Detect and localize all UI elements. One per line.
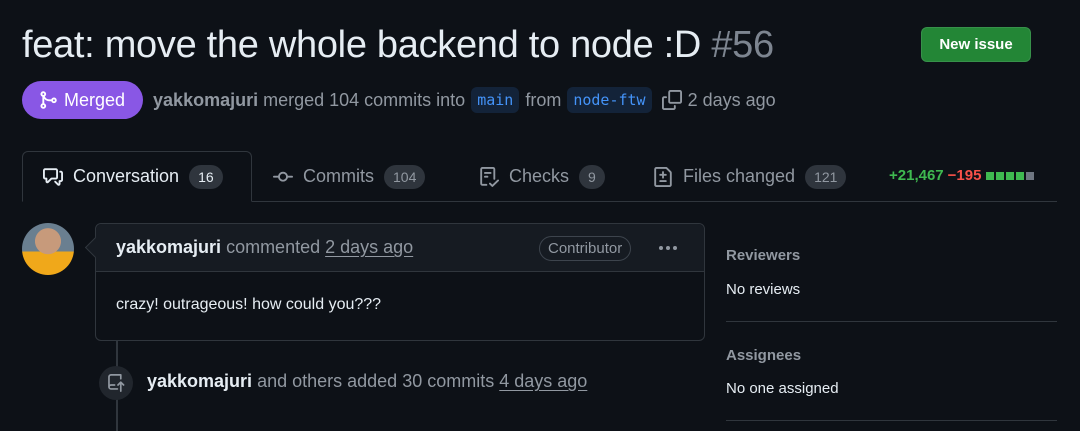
- tab-files-changed[interactable]: Files changed 121: [653, 151, 847, 202]
- diffstat-block: [986, 171, 995, 180]
- additions-count: +21,467: [889, 167, 944, 184]
- comment-action: commented: [226, 237, 321, 257]
- tab-conversation[interactable]: Conversation 16: [22, 151, 252, 202]
- diffstat-blocks: [986, 171, 1035, 180]
- tab-counter: 121: [805, 164, 847, 189]
- pr-number: #56: [711, 24, 774, 66]
- assignees-heading[interactable]: Assignees: [726, 347, 801, 364]
- diffstat-block: [1016, 171, 1025, 180]
- tab-label: Files changed: [683, 166, 796, 186]
- page-title: feat: move the whole backend to node :D …: [22, 24, 774, 67]
- diffstat-block: [996, 171, 1005, 180]
- reviewers-value: No reviews: [726, 281, 801, 298]
- kebab-menu-icon[interactable]: [654, 236, 682, 260]
- file-diff-icon: [654, 166, 672, 187]
- diffstat-block: [1006, 171, 1015, 180]
- tab-label: Conversation: [73, 166, 180, 186]
- checklist-icon: [480, 166, 499, 187]
- head-branch[interactable]: node-ftw: [567, 87, 652, 113]
- assignees-value: No one assigned: [726, 380, 839, 397]
- avatar[interactable]: [22, 223, 74, 275]
- author-link[interactable]: yakkomajuri: [153, 90, 258, 111]
- tab-label: Commits: [303, 166, 374, 186]
- git-merge-icon: [40, 91, 57, 109]
- tab-commits[interactable]: Commits 104: [273, 151, 426, 202]
- copy-icon[interactable]: [661, 90, 682, 110]
- from-text: from: [525, 89, 562, 110]
- pull-request-page: feat: move the whole backend to node :D …: [0, 0, 1080, 431]
- contributor-badge: Contributor: [539, 236, 632, 261]
- tab-label: Checks: [509, 166, 570, 186]
- comment-body: crazy! outrageous! how could you???: [116, 296, 382, 313]
- event-time[interactable]: 4 days ago: [499, 371, 587, 391]
- tab-counter: 16: [189, 164, 223, 189]
- event-author[interactable]: yakkomajuri: [147, 371, 252, 391]
- comment-card: yakkomajuri commented 2 days ago Contrib…: [95, 223, 705, 341]
- comment-author[interactable]: yakkomajuri: [116, 237, 221, 258]
- merge-time: 2 days ago: [687, 89, 776, 110]
- comment-header: yakkomajuri commented 2 days ago Contrib…: [96, 224, 704, 272]
- merge-text: merged 104 commits into: [263, 89, 466, 110]
- comment-time[interactable]: 2 days ago: [325, 237, 413, 258]
- merge-summary: yakkomajuri merged 104 commits into main…: [153, 87, 776, 113]
- pr-title: feat: move the whole backend to node :D: [22, 24, 702, 66]
- event-text: and others added 30 commits: [257, 371, 495, 391]
- sidebar-divider: [726, 420, 1057, 421]
- git-commit-icon: [273, 171, 293, 182]
- reviewers-heading[interactable]: Reviewers: [726, 247, 800, 264]
- tab-counter: 9: [579, 164, 605, 189]
- diffstat-block: [1026, 171, 1035, 180]
- new-issue-button[interactable]: New issue: [921, 27, 1031, 62]
- repo-push-icon: [99, 366, 133, 400]
- merged-badge: Merged: [22, 81, 144, 119]
- comment-discussion-icon: [43, 167, 63, 186]
- commits-event: yakkomajuri and others added 30 commits …: [147, 371, 587, 392]
- tab-counter: 104: [384, 164, 426, 189]
- base-branch[interactable]: main: [471, 87, 520, 113]
- sidebar-divider: [726, 321, 1057, 322]
- tab-checks[interactable]: Checks 9: [479, 151, 605, 202]
- diffstat: +21,467 −195: [889, 167, 1035, 184]
- merged-label: Merged: [64, 89, 126, 110]
- pr-status-line: Merged yakkomajuri merged 104 commits in…: [22, 81, 776, 119]
- deletions-count: −195: [947, 167, 982, 184]
